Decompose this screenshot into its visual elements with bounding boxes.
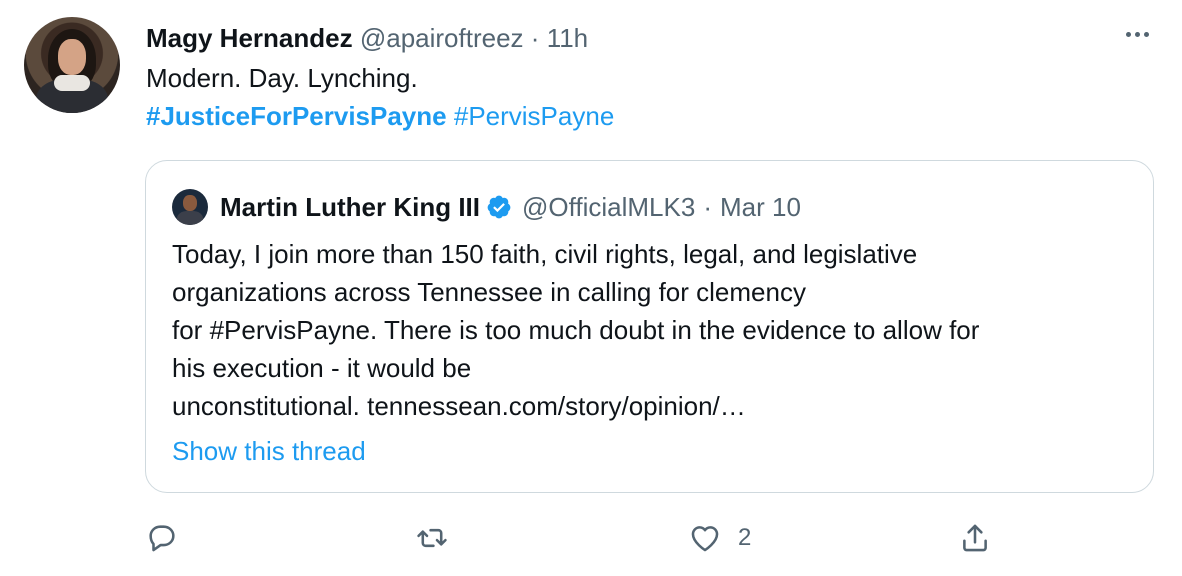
avatar-face: [183, 195, 197, 211]
author-name[interactable]: Magy Hernandez: [146, 23, 353, 53]
more-dot: [1134, 31, 1140, 37]
hashtag-justiceforpervispayne[interactable]: #JusticeForPervisPayne: [146, 101, 447, 131]
avatar-face: [58, 39, 86, 75]
quoted-text-line: his execution - it would be: [172, 353, 472, 383]
tweet-header: Magy Hernandez @apairoftreez · 11h: [146, 20, 588, 56]
more-icon[interactable]: [1120, 14, 1154, 54]
quoted-text-line: for #PervisPayne. There is too much doub…: [172, 315, 980, 345]
retweet-button[interactable]: [415, 518, 449, 558]
quoted-tweet[interactable]: Martin Luther King III @OfficialMLK3 · M…: [145, 160, 1154, 493]
retweet-icon: [417, 528, 447, 548]
quoted-author-name: Martin Luther King III: [220, 192, 480, 222]
share-button[interactable]: [958, 518, 992, 558]
separator-dot: ·: [703, 192, 712, 222]
reply-button[interactable]: [145, 518, 179, 558]
more-dot: [1125, 31, 1131, 37]
tweet-actions: 2: [0, 518, 1182, 558]
author-handle[interactable]: @apairoftreez: [360, 23, 524, 53]
quoted-tweet-text: Today, I join more than 150 faith, civil…: [172, 235, 979, 425]
quoted-text-line: Today, I join more than 150 faith, civil…: [172, 239, 918, 269]
share-icon: [963, 524, 987, 552]
show-thread-link[interactable]: Show this thread: [172, 433, 366, 469]
hashtag-pervispayne[interactable]: #PervisPayne: [454, 101, 614, 131]
avatar-body: [177, 211, 203, 225]
separator-dot: ·: [530, 23, 540, 53]
like-icon: [691, 526, 719, 552]
author-avatar[interactable]: [24, 17, 120, 113]
more-dot: [1143, 31, 1149, 37]
tweet-hashtags: #JusticeForPervisPayne #PervisPayne: [146, 98, 614, 134]
quoted-author-handle: @OfficialMLK3: [522, 192, 696, 222]
like-button[interactable]: 2: [688, 518, 751, 558]
tweet-time[interactable]: 11h: [547, 23, 588, 53]
like-count: 2: [738, 524, 752, 551]
quoted-text-line: organizations across Tennessee in callin…: [172, 277, 806, 307]
avatar-scarf: [54, 75, 90, 91]
tweet-text: Modern. Day. Lynching.: [146, 63, 418, 93]
verified-icon: [487, 195, 511, 219]
quoted-author-avatar: [172, 189, 208, 225]
quoted-text-line: unconstitutional. tennessean.com/story/o…: [172, 391, 746, 421]
quoted-tweet-date: Mar 10: [719, 192, 801, 222]
quoted-tweet-header: Martin Luther King III @OfficialMLK3 · M…: [220, 189, 801, 225]
reply-icon: [149, 525, 175, 552]
